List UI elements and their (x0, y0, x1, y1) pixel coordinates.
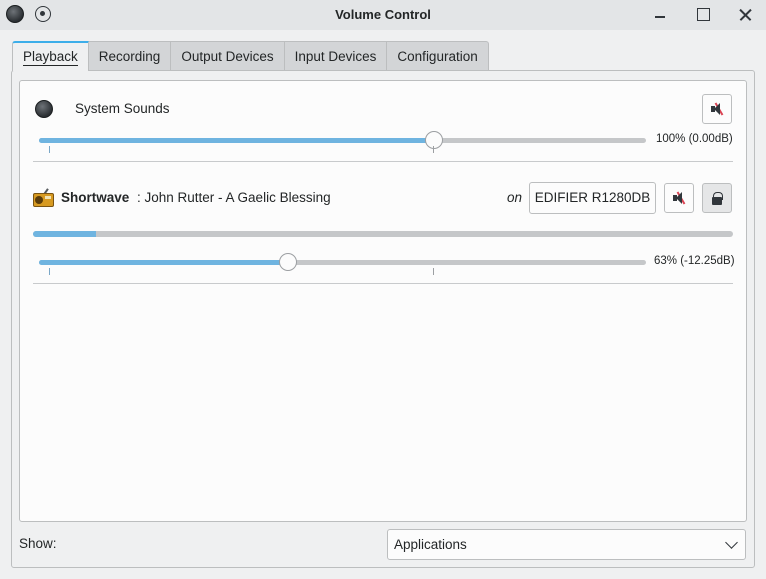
stream-app-name: Shortwave (61, 190, 130, 205)
tab-label: Playback (23, 49, 78, 66)
tab-configuration[interactable]: Configuration (387, 41, 489, 71)
slider-fill (39, 138, 434, 143)
tab-output-devices[interactable]: Output Devices (171, 41, 285, 71)
title-bar: Volume Control (0, 0, 766, 30)
stream-volume-slider[interactable] (39, 253, 646, 271)
system-sounds-volume-slider[interactable] (39, 131, 646, 149)
slider-tick-100 (433, 268, 434, 275)
output-device-button[interactable]: EDIFIER R1280DB (529, 182, 656, 214)
row-separator (33, 283, 733, 284)
stream-mute-button[interactable] (664, 183, 694, 213)
tab-recording[interactable]: Recording (88, 41, 172, 71)
lock-channels-button[interactable] (702, 183, 732, 213)
on-label: on (507, 190, 523, 205)
system-sounds-label: System Sounds (75, 101, 170, 116)
system-sounds-mute-button[interactable] (702, 94, 732, 124)
tab-input-devices[interactable]: Input Devices (284, 41, 388, 71)
tab-playback[interactable]: Playback (12, 41, 89, 71)
stream-peak-meter (33, 231, 733, 237)
show-filter-value: Applications (394, 537, 467, 552)
row-separator (33, 161, 733, 162)
chevron-down-icon (725, 536, 738, 549)
stream-media-title: : John Rutter - A Gaelic Blessing (137, 190, 331, 205)
meter-fill (33, 231, 96, 237)
show-label: Show: (19, 536, 57, 551)
slider-tick-100 (433, 146, 434, 153)
speaker-muted-icon (710, 102, 724, 116)
system-sounds-volume-text: 100% (0.00dB) (656, 133, 733, 145)
lock-icon (711, 191, 723, 205)
playback-stream-list (19, 80, 747, 522)
radio-icon (33, 188, 54, 208)
show-filter-combobox[interactable]: Applications (387, 529, 746, 560)
minimize-button[interactable] (649, 4, 671, 26)
close-button[interactable] (735, 4, 757, 26)
system-sounds-icon (35, 100, 53, 118)
slider-handle[interactable] (279, 253, 297, 271)
slider-tick-min (49, 146, 50, 153)
slider-tick-min (49, 268, 50, 275)
maximize-button[interactable] (692, 4, 714, 26)
speaker-muted-icon (672, 191, 686, 205)
slider-fill (39, 260, 288, 265)
stream-volume-text: 63% (-12.25dB) (654, 255, 735, 267)
slider-handle[interactable] (425, 131, 443, 149)
tab-bar: Playback Recording Output Devices Input … (12, 41, 489, 71)
